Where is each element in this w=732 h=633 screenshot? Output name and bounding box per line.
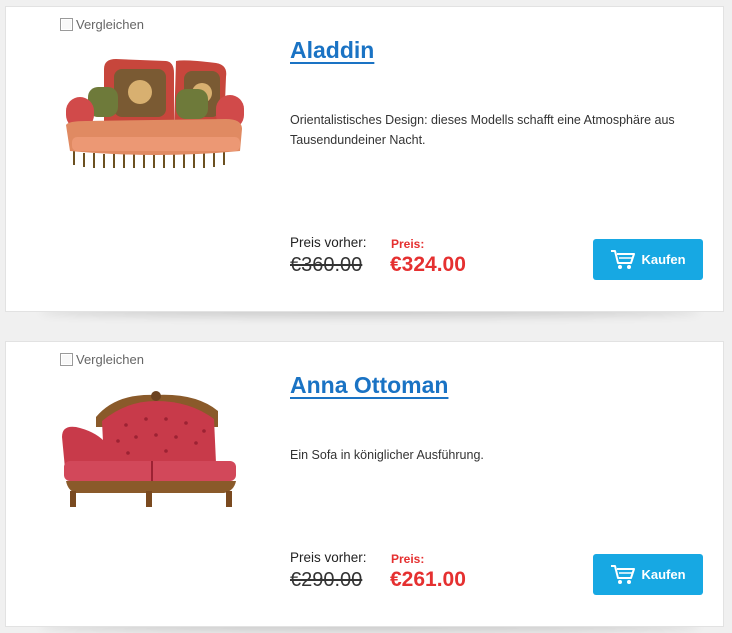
buy-button[interactable]: Kaufen — [593, 554, 703, 595]
shopping-cart-icon — [611, 564, 636, 584]
previous-price: €290.00 — [290, 569, 363, 591]
product-title[interactable]: Anna Ottoman — [290, 372, 448, 399]
checkbox-box[interactable] — [60, 353, 73, 366]
product-description: Orientalistisches Design: dieses Modells… — [290, 113, 675, 147]
previous-price: €360.00 — [290, 254, 363, 276]
compare-label: Vergleichen — [76, 17, 144, 32]
price-label: Preis: — [391, 552, 425, 566]
aladdin-sofa-image[interactable] — [56, 47, 246, 187]
product-card: Vergleichen Aladdin Orientalistisches De… — [5, 6, 724, 312]
price-label: Preis: — [391, 237, 425, 251]
compare-label: Vergleichen — [76, 352, 144, 367]
buy-button-label: Kaufen — [641, 252, 686, 267]
checkbox-box[interactable] — [60, 18, 73, 31]
current-price: €261.00 — [390, 568, 466, 591]
compare-checkbox[interactable]: Vergleichen — [60, 352, 144, 367]
product-description: Ein Sofa in königlicher Ausführung. — [290, 448, 484, 462]
product-card: Vergleichen Anna Ottoman Ein Sofa in kön… — [5, 341, 724, 627]
buy-button-label: Kaufen — [641, 567, 686, 582]
product-title[interactable]: Aladdin — [290, 37, 374, 64]
anna-ottoman-sofa-image[interactable] — [56, 387, 246, 527]
shopping-cart-icon — [611, 249, 636, 269]
previous-price-label: Preis vorher: — [290, 235, 367, 250]
compare-checkbox[interactable]: Vergleichen — [60, 17, 144, 32]
current-price: €324.00 — [390, 253, 466, 276]
buy-button[interactable]: Kaufen — [593, 239, 703, 280]
previous-price-label: Preis vorher: — [290, 550, 367, 565]
